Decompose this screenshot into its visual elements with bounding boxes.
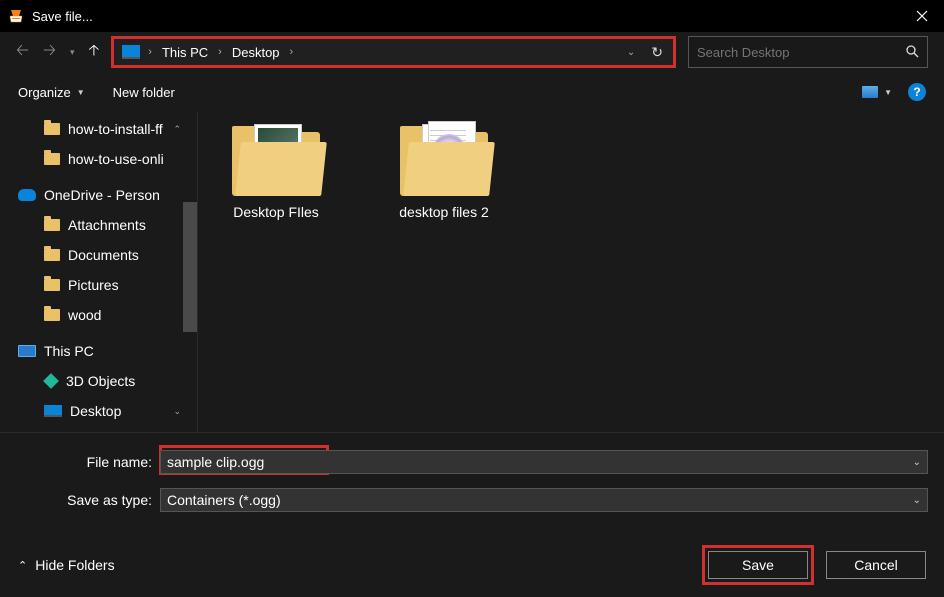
sidebar: how-to-install-ff ⌃ how-to-use-onli OneD… — [0, 112, 198, 432]
address-dropdown[interactable]: ⌄ — [627, 47, 635, 58]
chevron-icon: › — [218, 46, 222, 58]
back-button[interactable]: 🡠 — [16, 39, 29, 66]
forward-button[interactable]: 🡢 — [43, 39, 56, 66]
type-label: Save as type: — [16, 492, 160, 508]
onedrive-icon — [18, 189, 36, 201]
item-label: Desktop FIles — [233, 204, 319, 220]
window-title: Save file... — [32, 9, 899, 24]
chevron-up-icon: ⌃ — [18, 559, 27, 572]
cancel-button[interactable]: Cancel — [826, 551, 926, 579]
search-icon[interactable] — [905, 44, 919, 61]
chevron-icon: › — [290, 46, 294, 58]
chevron-down-icon: ▼ — [884, 88, 892, 97]
scrollbar-thumb[interactable] — [183, 202, 197, 332]
folder-item[interactable]: desktop files 2 — [384, 124, 504, 220]
sidebar-item[interactable]: Documents — [0, 240, 197, 270]
sidebar-item[interactable]: how-to-install-ff ⌃ — [0, 114, 197, 144]
sidebar-item-desktop[interactable]: Desktop ⌄ — [0, 396, 197, 426]
view-icon — [862, 86, 878, 98]
folder-icon-large — [232, 124, 320, 196]
address-bar[interactable]: › This PC › Desktop › ⌄ ↻ — [111, 36, 676, 68]
filename-input[interactable] — [167, 454, 907, 470]
sidebar-item-label: how-to-install-ff — [68, 121, 163, 137]
title-bar: Save file... — [0, 0, 944, 32]
type-select[interactable]: Containers (*.ogg) ⌄ — [160, 488, 928, 512]
fields: File name: ⌄ Save as type: Containers (*… — [0, 432, 944, 533]
objects3d-icon — [43, 373, 59, 389]
body: how-to-install-ff ⌃ how-to-use-onli OneD… — [0, 112, 944, 432]
sidebar-item[interactable]: Pictures — [0, 270, 197, 300]
organize-menu[interactable]: Organize ▼ — [18, 85, 85, 100]
folder-icon — [44, 219, 60, 231]
app-icon — [8, 8, 24, 24]
hide-folders-toggle[interactable]: ⌃ Hide Folders — [18, 557, 115, 573]
sidebar-item-label: wood — [68, 307, 101, 323]
folder-icon-large — [400, 124, 488, 196]
sidebar-thispc[interactable]: This PC — [0, 336, 197, 366]
filename-field-wrapper: ⌄ — [160, 450, 928, 474]
toolbar: Organize ▼ New folder ▼ ? — [0, 72, 944, 112]
folder-item[interactable]: Desktop FIles — [216, 124, 336, 220]
history-dropdown[interactable]: ▾ — [70, 47, 75, 58]
sidebar-item[interactable]: 3D Objects — [0, 366, 197, 396]
breadcrumb-loc[interactable]: Desktop — [226, 45, 286, 60]
filename-label: File name: — [16, 454, 160, 470]
folder-icon — [44, 123, 60, 135]
folder-icon — [44, 249, 60, 261]
view-button[interactable]: ▼ — [862, 86, 892, 98]
new-folder-button[interactable]: New folder — [113, 85, 175, 100]
item-label: desktop files 2 — [399, 204, 489, 220]
sidebar-item-label: 3D Objects — [66, 373, 135, 389]
sidebar-item-label: Pictures — [68, 277, 119, 293]
search-input[interactable] — [697, 45, 905, 60]
desktop-icon — [44, 405, 62, 417]
button-row: ⌃ Hide Folders Save Cancel — [0, 533, 944, 597]
type-value: Containers (*.ogg) — [167, 492, 907, 508]
type-dropdown-caret: ⌄ — [907, 495, 921, 506]
hide-folders-label: Hide Folders — [35, 557, 114, 573]
sidebar-item-label: how-to-use-onli — [68, 151, 164, 167]
sidebar-item-label: This PC — [44, 343, 94, 359]
sidebar-item-label: Documents — [68, 247, 139, 263]
chevron-icon: › — [148, 46, 152, 58]
filename-dropdown[interactable]: ⌄ — [907, 457, 921, 468]
chevron-down-icon: ▼ — [77, 88, 85, 97]
sidebar-item-label: OneDrive - Person — [44, 187, 160, 203]
up-button[interactable]: 🡡 — [88, 40, 99, 65]
search-box[interactable] — [688, 36, 928, 68]
help-button[interactable]: ? — [908, 83, 926, 101]
folder-icon — [44, 279, 60, 291]
nav-row: 🡠 🡢 ▾ 🡡 › This PC › Desktop › ⌄ ↻ — [0, 32, 944, 72]
chevron-icon: ⌄ — [173, 406, 181, 417]
nav-arrows: 🡠 🡢 ▾ 🡡 — [16, 39, 99, 66]
sidebar-item[interactable]: wood — [0, 300, 197, 330]
highlight-box: Save — [702, 545, 814, 585]
folder-icon — [44, 153, 60, 165]
sidebar-item[interactable]: how-to-use-onli — [0, 144, 197, 174]
save-button[interactable]: Save — [708, 551, 808, 579]
chevron-icon: ⌃ — [173, 124, 181, 135]
sidebar-item[interactable]: Attachments — [0, 210, 197, 240]
sidebar-item-label: Desktop — [70, 403, 121, 419]
organize-label: Organize — [18, 85, 71, 100]
thispc-icon — [122, 45, 140, 59]
close-button[interactable] — [899, 0, 944, 32]
sidebar-item-label: Attachments — [68, 217, 146, 233]
folder-icon — [44, 309, 60, 321]
thispc-icon — [18, 345, 36, 357]
breadcrumb-root[interactable]: This PC — [156, 45, 214, 60]
content-pane[interactable]: Desktop FIles desktop files 2 — [198, 112, 944, 432]
refresh-button[interactable]: ↻ — [651, 44, 663, 61]
sidebar-onedrive[interactable]: OneDrive - Person — [0, 180, 197, 210]
